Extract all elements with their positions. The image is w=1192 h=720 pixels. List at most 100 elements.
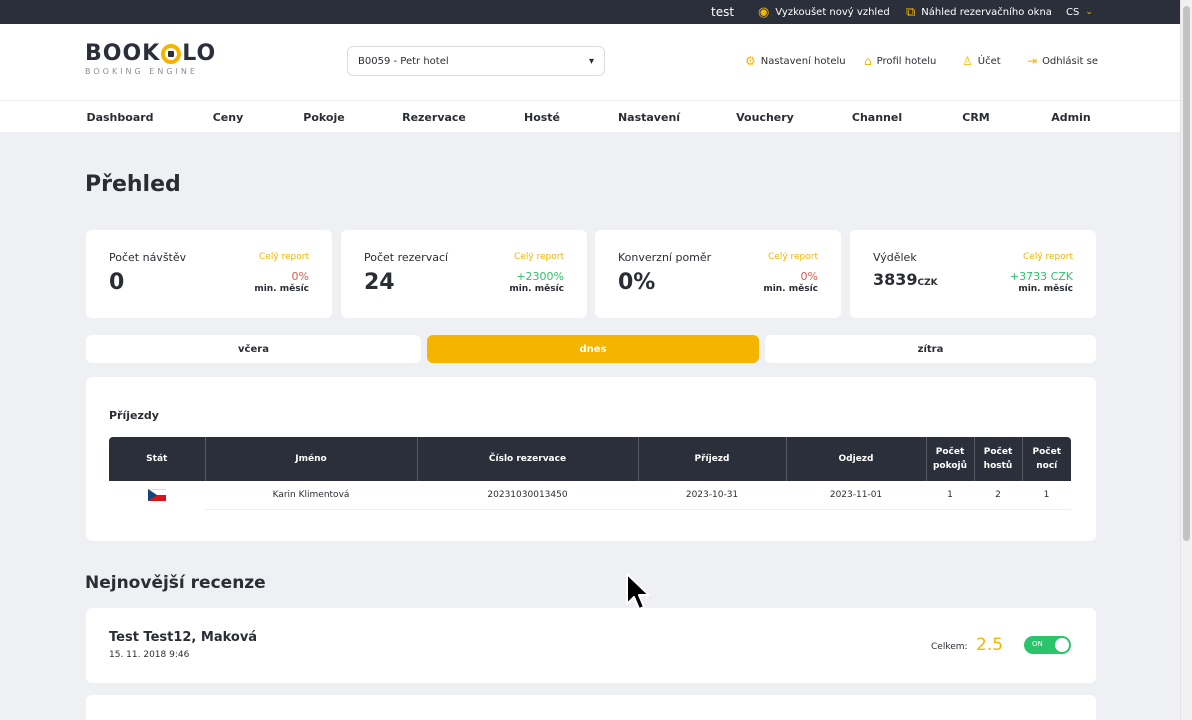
logo-tagline: BOOKING ENGINE: [85, 67, 198, 76]
stat-card-earnings: Výdělek 3839CZK Celý report +3733 CZK mi…: [850, 230, 1096, 318]
nav-admin[interactable]: Admin: [1051, 101, 1090, 133]
col-arrival[interactable]: Příjezd: [638, 437, 787, 481]
cell-arrival: 2023-10-31: [638, 481, 786, 510]
logout-icon: ⇥: [1027, 54, 1038, 68]
review-author: Test Test12, Maková: [109, 630, 258, 645]
logout-link[interactable]: ⇥ Odhlásit se: [1027, 54, 1098, 68]
preview-booking-link[interactable]: ⧉ Náhled rezervačního okna: [906, 0, 1052, 24]
nav-crm[interactable]: CRM: [962, 101, 990, 133]
account-link[interactable]: ♙ Účet: [962, 54, 1001, 68]
arrivals-title: Příjezdy: [109, 409, 159, 422]
language-label: CS: [1066, 6, 1080, 18]
hotel-settings-label: Nastavení hotelu: [760, 55, 846, 67]
nav-dashboard[interactable]: Dashboard: [86, 101, 153, 133]
stat-unit: CZK: [917, 278, 938, 288]
cell-country: [109, 481, 205, 509]
stat-value: 3839: [873, 270, 918, 289]
full-report-link[interactable]: Celý report: [1023, 252, 1073, 262]
stat-label: Počet návštěv: [109, 251, 187, 264]
hotel-settings-link[interactable]: ⚙ Nastavení hotelu: [745, 54, 846, 68]
hotel-select[interactable]: B0059 - Petr hotel ▾: [347, 46, 605, 76]
full-report-link[interactable]: Celý report: [259, 252, 309, 262]
page-scrollbar[interactable]: [1180, 0, 1192, 720]
full-report-link[interactable]: Celý report: [514, 252, 564, 262]
nav-vouchers[interactable]: Vouchery: [736, 101, 794, 133]
stat-value-wrapper: 3839CZK: [873, 270, 938, 289]
stat-value: 0%: [618, 270, 656, 295]
stat-label: Výdělek: [873, 251, 917, 264]
col-nights[interactable]: Počet nocí: [1022, 437, 1071, 481]
table-row[interactable]: Karin Klimentová 20231030013450 2023-10-…: [109, 481, 1071, 510]
try-new-look-link[interactable]: ◉ Vyzkoušet nový vzhled: [758, 0, 890, 24]
stat-value: 24: [364, 270, 395, 295]
page-title: Přehled: [85, 172, 181, 197]
main-nav: Dashboard Ceny Pokoje Rezervace Hosté Na…: [0, 100, 1180, 132]
arrivals-table: Stát Jméno Číslo rezervace Příjezd Odjez…: [109, 437, 1071, 510]
tab-yesterday[interactable]: včera: [86, 335, 421, 363]
preview-booking-label: Náhled rezervačního okna: [921, 6, 1052, 18]
logo-text-right: LO: [182, 41, 217, 66]
nav-channel[interactable]: Channel: [852, 101, 902, 133]
toggle-knob: [1055, 638, 1069, 652]
stat-label: Počet rezervací: [364, 251, 449, 264]
scrollbar-thumb[interactable]: [1183, 6, 1190, 541]
stat-period: min. měsíc: [763, 284, 818, 294]
full-report-link[interactable]: Celý report: [768, 252, 818, 262]
user-icon: ♙: [962, 54, 973, 68]
review-visibility-toggle[interactable]: ON: [1024, 636, 1071, 654]
review-score: 2.5: [976, 635, 1004, 655]
review-card[interactable]: [86, 695, 1096, 720]
language-select[interactable]: CS ⌄: [1066, 0, 1093, 24]
eye-icon: ◉: [758, 4, 770, 20]
logo[interactable]: BOOK LO BOOKING ENGINE: [85, 41, 216, 76]
nav-reservations[interactable]: Rezervace: [402, 101, 466, 133]
chevron-down-icon: ⌄: [1085, 6, 1093, 17]
stat-delta: +3733 CZK: [1009, 270, 1073, 283]
top-bar: test ◉ Vyzkoušet nový vzhled ⧉ Náhled re…: [0, 0, 1180, 24]
stat-period: min. měsíc: [254, 284, 309, 294]
nav-rooms[interactable]: Pokoje: [303, 101, 344, 133]
cell-nights: 1: [1022, 481, 1071, 510]
home-icon: ⌂: [864, 54, 872, 68]
cell-guests: 2: [974, 481, 1022, 510]
hotel-select-value: B0059 - Petr hotel: [358, 55, 449, 67]
header: BOOK LO BOOKING ENGINE B0059 - Petr hote…: [0, 24, 1180, 100]
stat-delta: 0%: [800, 270, 818, 283]
toggle-label: ON: [1032, 640, 1043, 648]
stat-value: 0: [109, 270, 125, 295]
review-card[interactable]: Test Test12, Maková 15. 11. 2018 9:46 Ce…: [86, 608, 1096, 683]
stat-period: min. měsíc: [1018, 284, 1073, 294]
mouse-cursor-icon: [626, 573, 650, 610]
tab-today[interactable]: dnes: [427, 335, 759, 363]
gear-icon: ⚙: [745, 54, 756, 68]
cell-reservation-no: 20231030013450: [417, 481, 638, 510]
col-state[interactable]: Stát: [109, 437, 206, 481]
stat-delta: +2300%: [516, 270, 564, 283]
logo-mark-icon: [161, 43, 182, 64]
col-guests[interactable]: Počet hostů: [974, 437, 1023, 481]
stat-delta: 0%: [291, 270, 309, 283]
review-date: 15. 11. 2018 9:46: [109, 650, 190, 660]
col-rooms[interactable]: Počet pokojů: [926, 437, 975, 481]
hotel-profile-link[interactable]: ⌂ Profil hotelu: [864, 54, 936, 68]
nav-settings[interactable]: Nastavení: [618, 101, 680, 133]
chevron-down-icon: ▾: [588, 55, 594, 67]
cell-departure: 2023-11-01: [786, 481, 926, 510]
stat-card-reservations: Počet rezervací 24 Celý report +2300% mi…: [341, 230, 587, 318]
nav-prices[interactable]: Ceny: [213, 101, 244, 133]
cell-rooms: 1: [926, 481, 974, 510]
account-label: Účet: [977, 55, 1001, 67]
czech-flag-icon: [148, 489, 166, 501]
col-name[interactable]: Jméno: [205, 437, 418, 481]
cell-name: Karin Klimentová: [205, 481, 417, 510]
reviews-title: Nejnovější recenze: [85, 573, 266, 593]
username[interactable]: test: [711, 0, 734, 24]
external-window-icon: ⧉: [906, 4, 916, 20]
col-reservation-no[interactable]: Číslo rezervace: [417, 437, 639, 481]
review-total-label: Celkem:: [931, 642, 968, 652]
tab-tomorrow[interactable]: zítra: [765, 335, 1096, 363]
nav-guests[interactable]: Hosté: [524, 101, 560, 133]
stat-period: min. měsíc: [509, 284, 564, 294]
arrivals-panel: Příjezdy Stát Jméno Číslo rezervace Příj…: [86, 377, 1096, 541]
col-departure[interactable]: Odjezd: [786, 437, 927, 481]
